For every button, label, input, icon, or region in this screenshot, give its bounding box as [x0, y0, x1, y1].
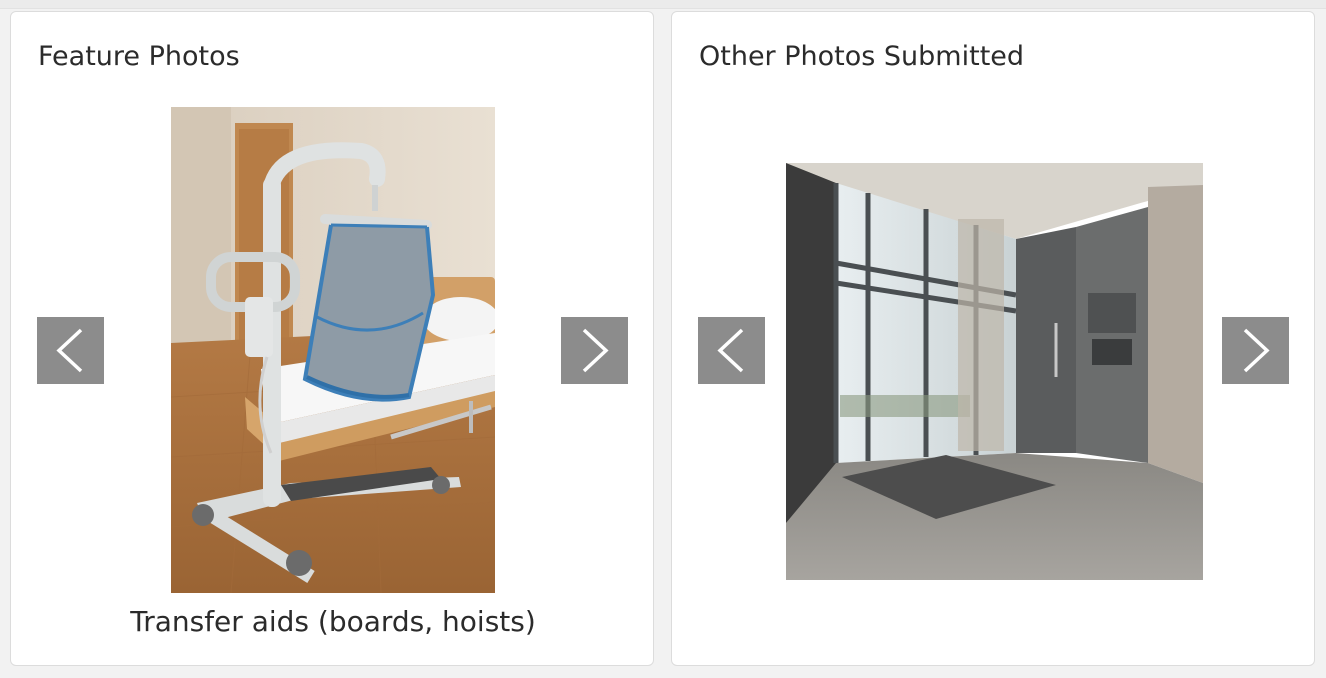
feature-prev-button[interactable] [37, 317, 104, 384]
other-prev-button[interactable] [698, 317, 765, 384]
feature-photo-caption: Transfer aids (boards, hoists) [130, 605, 536, 638]
feature-next-button[interactable] [561, 317, 628, 384]
other-photo[interactable] [786, 163, 1203, 580]
chevron-right-icon [1243, 328, 1270, 373]
other-next-button[interactable] [1222, 317, 1289, 384]
feature-photo[interactable] [171, 107, 495, 593]
feature-photos-title: Feature Photos [38, 41, 240, 72]
feature-photos-card: Feature Photos Transfer aids (boards, ho… [10, 11, 654, 666]
other-photos-title: Other Photos Submitted [699, 41, 1025, 72]
hoist-photo-image [171, 107, 495, 593]
chevron-left-icon [56, 328, 83, 373]
top-bar [0, 0, 1326, 9]
chevron-right-icon [582, 328, 609, 373]
chevron-left-icon [717, 328, 744, 373]
lobby-photo-image [786, 163, 1203, 580]
other-photos-card: Other Photos Submitted [671, 11, 1315, 666]
